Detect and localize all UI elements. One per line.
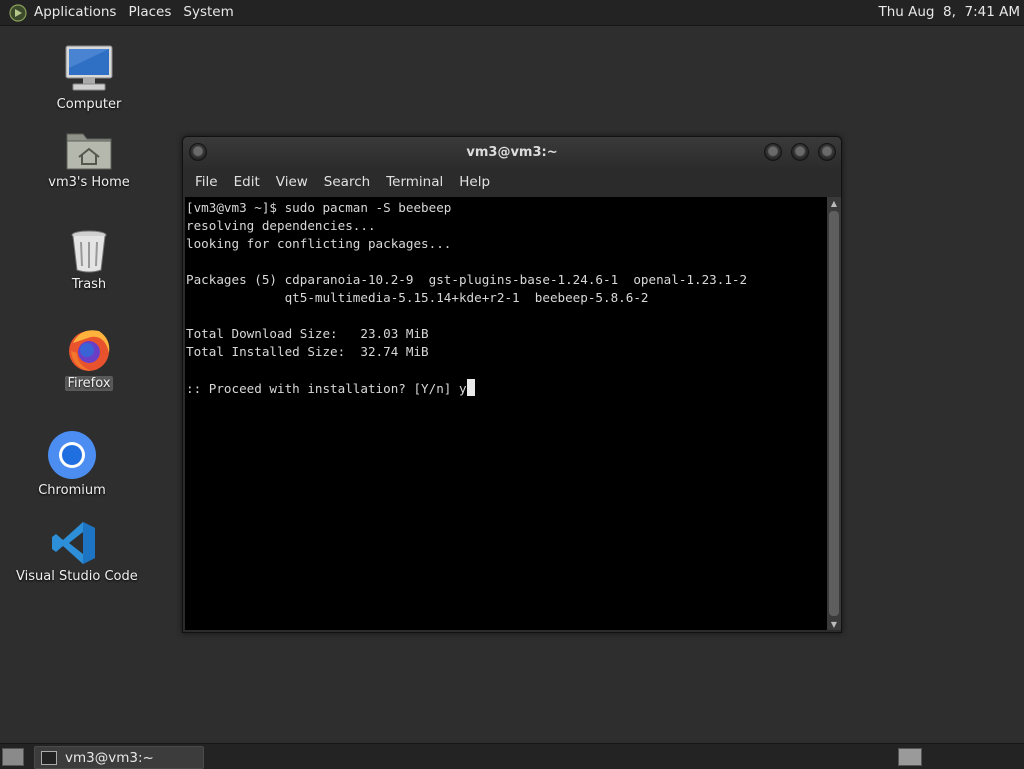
taskbar-item-label: vm3@vm3:~ xyxy=(65,749,154,766)
terminal-line: Total Download Size: 23.03 MiB xyxy=(186,326,429,341)
scrollbar-thumb[interactable] xyxy=(829,211,839,616)
applications-logo-icon[interactable] xyxy=(8,3,28,23)
terminal-scrollbar[interactable]: ▲ ▼ xyxy=(827,197,841,630)
terminal-output[interactable]: [vm3@vm3 ~]$ sudo pacman -S beebeep reso… xyxy=(185,197,827,630)
scroll-up-arrow-icon[interactable]: ▲ xyxy=(827,197,841,209)
trash-icon xyxy=(71,230,107,273)
clock[interactable]: Thu Aug 8, 7:41 AM xyxy=(878,0,1020,25)
desktop-icon-label: Firefox xyxy=(65,376,113,391)
applications-menu[interactable]: Applications xyxy=(28,0,122,25)
terminal-icon xyxy=(41,750,57,765)
chromium-icon xyxy=(48,431,96,479)
desktop-icon-home[interactable]: vm3's Home xyxy=(44,128,134,190)
computer-icon xyxy=(65,45,113,91)
maximize-button[interactable] xyxy=(791,143,809,161)
menu-help[interactable]: Help xyxy=(451,168,498,196)
desktop-icon-chromium[interactable]: Chromium xyxy=(34,430,110,498)
top-panel: Applications Places System Thu Aug 8, 7:… xyxy=(0,0,1024,26)
desktop-icon-label: Visual Studio Code xyxy=(16,569,138,584)
menu-terminal[interactable]: Terminal xyxy=(378,168,451,196)
terminal-line: [vm3@vm3 ~]$ sudo pacman -S beebeep xyxy=(186,200,452,215)
terminal-line: resolving dependencies... xyxy=(186,218,376,233)
places-menu[interactable]: Places xyxy=(122,0,177,25)
terminal-line: Total Installed Size: 32.74 MiB xyxy=(186,344,429,359)
desktop-icon-computer[interactable]: Computer xyxy=(48,44,130,112)
desktop-icon-label: Chromium xyxy=(38,483,106,498)
menu-edit[interactable]: Edit xyxy=(226,168,268,196)
desktop-icon-label: Computer xyxy=(56,97,122,112)
terminal-line: Packages (5) cdparanoia-10.2-9 gst-plugi… xyxy=(186,272,748,287)
bottom-panel: vm3@vm3:~ xyxy=(0,743,1024,769)
home-folder-icon xyxy=(66,133,112,170)
terminal-line: qt5-multimedia-5.15.14+kde+r2-1 beebeep-… xyxy=(186,290,649,305)
menu-search[interactable]: Search xyxy=(316,168,378,196)
workspace-switcher[interactable] xyxy=(898,748,922,766)
show-desktop-icon[interactable] xyxy=(2,748,24,766)
terminal-line: looking for conflicting packages... xyxy=(186,236,452,251)
text-cursor xyxy=(466,379,475,396)
taskbar-item-terminal[interactable]: vm3@vm3:~ xyxy=(34,746,204,769)
desktop-icon-trash[interactable]: Trash xyxy=(58,228,120,292)
desktop-icon-firefox[interactable]: Firefox xyxy=(58,325,120,391)
menu-view[interactable]: View xyxy=(268,168,316,196)
desktop-icon-vscode[interactable]: Visual Studio Code xyxy=(14,520,138,584)
minimize-button[interactable] xyxy=(764,143,782,161)
vscode-icon xyxy=(52,522,95,564)
terminal-window[interactable]: vm3@vm3:~ File Edit View Search Terminal… xyxy=(182,136,842,633)
desktop-icon-label: vm3's Home xyxy=(48,175,130,190)
firefox-icon xyxy=(69,330,110,371)
desktop-icon-label: Trash xyxy=(71,277,107,292)
close-button[interactable] xyxy=(818,143,836,161)
terminal-prompt-line: :: Proceed with installation? [Y/n] y xyxy=(186,381,467,396)
window-title: vm3@vm3:~ xyxy=(466,145,558,160)
terminal-menubar: File Edit View Search Terminal Help xyxy=(183,168,841,196)
window-titlebar[interactable]: vm3@vm3:~ xyxy=(183,137,841,168)
menu-file[interactable]: File xyxy=(187,168,226,196)
scroll-down-arrow-icon[interactable]: ▼ xyxy=(827,618,841,630)
system-menu[interactable]: System xyxy=(177,0,239,25)
